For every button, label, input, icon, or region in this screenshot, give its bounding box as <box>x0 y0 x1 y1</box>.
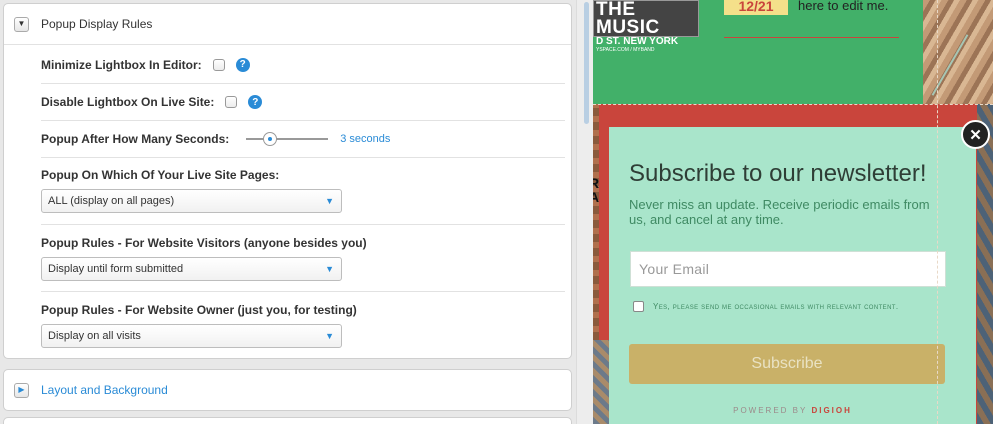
newsletter-popup: Subscribe to our newsletter! Never miss … <box>609 127 976 424</box>
scrollbar-thumb[interactable] <box>584 2 589 124</box>
expand-toggle-icon[interactable]: ▶ <box>14 382 29 398</box>
popup-subtitle: Never miss an update. Receive periodic e… <box>629 197 930 227</box>
site-preview: THE MUSIC D ST. NEW YORK YSPACE.COM / MY… <box>593 0 993 424</box>
flyer-line-2: D ST. NEW YORK <box>596 36 679 47</box>
popup-delay-row: Popup After How Many Seconds: 3 seconds <box>41 121 565 158</box>
collapse-toggle-icon[interactable]: ▼ <box>14 16 29 32</box>
popup-display-rules-panel: ▼ Popup Display Rules Minimize Lightbox … <box>3 3 572 359</box>
owner-rules-select[interactable]: Display on all visits ▼ <box>41 324 342 348</box>
visitor-rules-select[interactable]: Display until form submitted ▼ <box>41 257 342 281</box>
date-tag: 12/21 <box>724 0 788 15</box>
settings-pane: ▼ Popup Display Rules Minimize Lightbox … <box>0 0 593 424</box>
slider-handle[interactable] <box>263 132 278 146</box>
consent-checkbox[interactable] <box>633 301 644 312</box>
flyer-line-1: THE MUSIC <box>596 0 660 38</box>
live-pages-row: Popup On Which Of Your Live Site Pages: … <box>41 158 565 225</box>
flyer-line-3: YSPACE.COM / MYBAND <box>596 47 655 53</box>
site-edit-text[interactable]: here to edit me. <box>798 0 888 13</box>
powered-by-text: POWERED BY <box>733 406 808 415</box>
popup-delay-value: 3 seconds <box>340 133 391 145</box>
disable-lightbox-row: Disable Lightbox On Live Site: ? <box>41 84 565 121</box>
settings-scrollbar[interactable] <box>576 0 593 424</box>
owner-rules-label: Popup Rules - For Website Owner (just yo… <box>41 303 357 317</box>
disable-lightbox-label: Disable Lightbox On Live Site: <box>41 95 215 109</box>
editor-guide-vertical <box>937 0 938 424</box>
owner-rules-row: Popup Rules - For Website Owner (just yo… <box>41 292 565 358</box>
minimize-lightbox-label: Minimize Lightbox In Editor: <box>41 57 202 72</box>
editor-guide-horizontal <box>593 104 993 105</box>
panel-header[interactable]: ▼ Popup Display Rules <box>4 4 571 45</box>
divider <box>724 37 899 38</box>
slider-track <box>246 138 329 140</box>
dropdown-arrow-icon: ▼ <box>325 196 334 206</box>
dropdown-arrow-icon: ▼ <box>325 331 334 341</box>
close-icon[interactable]: ✕ <box>961 120 990 149</box>
disable-lightbox-checkbox[interactable] <box>225 96 238 108</box>
brand-name: DIGIOH <box>811 406 852 415</box>
band-flyer-image: THE MUSIC D ST. NEW YORK YSPACE.COM / MY… <box>593 0 699 53</box>
popup-title: Subscribe to our newsletter! <box>629 160 927 187</box>
help-icon[interactable]: ? <box>248 95 263 109</box>
minimize-lightbox-row: Minimize Lightbox In Editor: ? <box>41 46 565 84</box>
email-input[interactable]: Your Email <box>630 251 946 287</box>
panel-title: Popup Display Rules <box>41 17 153 31</box>
subscribe-button[interactable]: Subscribe <box>629 344 945 384</box>
help-icon[interactable]: ? <box>235 57 250 72</box>
popup-delay-slider[interactable] <box>246 132 329 146</box>
dropdown-arrow-icon: ▼ <box>325 264 334 274</box>
live-pages-label: Popup On Which Of Your Live Site Pages: <box>41 168 280 182</box>
powered-by: POWERED BY DIGIOH <box>609 406 976 415</box>
popup-delay-label: Popup After How Many Seconds: <box>41 132 230 146</box>
live-pages-selected: ALL (display on all pages) <box>48 195 175 207</box>
site-photo-right <box>977 104 993 424</box>
visitor-rules-label: Popup Rules - For Website Visitors (anyo… <box>41 236 367 250</box>
site-edge-text: R A <box>593 175 600 205</box>
layout-background-link[interactable]: Layout and Background <box>41 383 168 397</box>
next-panel[interactable] <box>3 417 572 424</box>
visitor-rules-row: Popup Rules - For Website Visitors (anyo… <box>41 225 565 292</box>
live-pages-select[interactable]: ALL (display on all pages) ▼ <box>41 189 342 213</box>
layout-background-panel[interactable]: ▶ Layout and Background <box>3 369 572 411</box>
minimize-lightbox-checkbox[interactable] <box>212 58 225 71</box>
visitor-rules-selected: Display until form submitted <box>48 263 184 275</box>
owner-rules-selected: Display on all visits <box>48 330 141 342</box>
screen: ▼ Popup Display Rules Minimize Lightbox … <box>0 0 993 424</box>
consent-label: Yes, please send me occasional emails wi… <box>653 302 899 311</box>
